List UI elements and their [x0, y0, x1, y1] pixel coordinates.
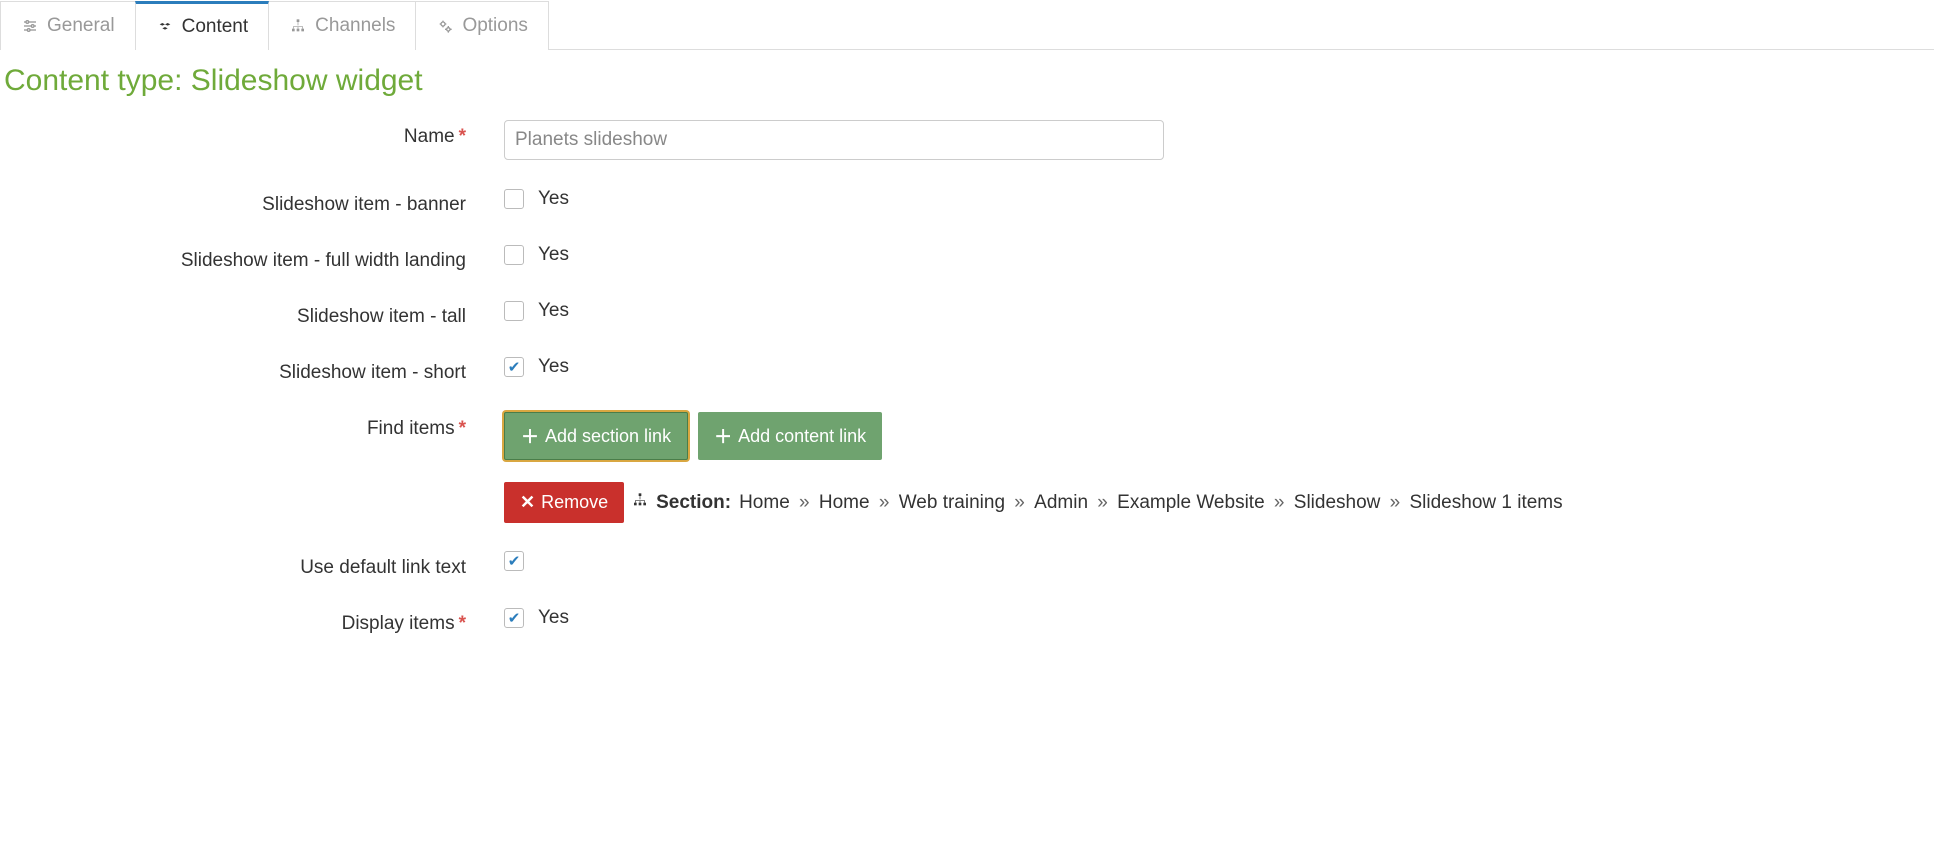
tab-options-label: Options [462, 15, 527, 37]
required-asterisk: * [459, 613, 466, 634]
label-use-default-link-text: Use default link text [4, 551, 504, 579]
page-title: Content type: Slideshow widget [4, 64, 1930, 98]
tab-options[interactable]: Options [415, 1, 548, 50]
row-name: Name* [4, 120, 1930, 160]
section-entry: ✕ Remove Section: Home » Home » Web trai… [504, 482, 1563, 523]
label-find-items: Find items* [4, 412, 504, 440]
section-label: Section: [656, 492, 731, 514]
row-short: Slideshow item - short Yes [4, 356, 1930, 384]
checkbox-banner[interactable] [504, 189, 524, 209]
label-short: Slideshow item - short [4, 356, 504, 384]
sliders-icon [21, 17, 39, 35]
content-panel: Content type: Slideshow widget Name* Sli… [0, 50, 1934, 703]
checkbox-short-label: Yes [538, 356, 569, 378]
tab-content-label: Content [182, 16, 249, 38]
breadcrumb-segment: Slideshow 1 items [1410, 492, 1563, 513]
checkbox-full-width[interactable] [504, 245, 524, 265]
tab-channels-label: Channels [315, 15, 395, 37]
name-input[interactable] [504, 120, 1164, 160]
breadcrumb-separator: » [1092, 492, 1113, 513]
checkbox-display-items-label: Yes [538, 607, 569, 629]
tab-general-label: General [47, 15, 115, 37]
gears-icon [436, 17, 454, 35]
checkbox-display-items[interactable] [504, 608, 524, 628]
label-display-items: Display items* [4, 607, 504, 635]
plus-icon: ＋ [714, 423, 732, 449]
tab-general[interactable]: General [0, 1, 136, 50]
breadcrumb-segment: Admin [1034, 492, 1088, 513]
add-content-link-button[interactable]: ＋ Add content link [698, 412, 882, 460]
breadcrumb-separator: » [1009, 492, 1030, 513]
tab-content[interactable]: Content [135, 1, 270, 50]
label-full-width: Slideshow item - full width landing [4, 244, 504, 272]
breadcrumb-segment: Slideshow [1294, 492, 1381, 513]
breadcrumb-segment: Home [819, 492, 870, 513]
breadcrumb-separator: » [1384, 492, 1405, 513]
breadcrumb: Home » Home » Web training » Admin » Exa… [739, 492, 1563, 514]
required-asterisk: * [459, 418, 466, 439]
label-banner: Slideshow item - banner [4, 188, 504, 216]
required-asterisk: * [459, 126, 466, 147]
row-display-items: Display items* Yes [4, 607, 1930, 635]
cubes-icon [156, 18, 174, 36]
label-tall: Slideshow item - tall [4, 300, 504, 328]
close-icon: ✕ [520, 492, 535, 513]
tab-channels[interactable]: Channels [268, 1, 416, 50]
breadcrumb-separator: » [794, 492, 815, 513]
sitemap-icon [632, 492, 648, 514]
breadcrumb-separator: » [874, 492, 895, 513]
tab-bar: General Content Channels Options [0, 0, 1934, 50]
checkbox-tall[interactable] [504, 301, 524, 321]
checkbox-use-default-link-text[interactable] [504, 551, 524, 571]
sitemap-icon [289, 17, 307, 35]
label-name: Name* [4, 120, 504, 148]
row-use-default-link-text: Use default link text [4, 551, 1930, 579]
row-full-width: Slideshow item - full width landing Yes [4, 244, 1930, 272]
row-banner: Slideshow item - banner Yes [4, 188, 1930, 216]
checkbox-tall-label: Yes [538, 300, 569, 322]
checkbox-banner-label: Yes [538, 188, 569, 210]
remove-button[interactable]: ✕ Remove [504, 482, 624, 523]
breadcrumb-segment: Example Website [1117, 492, 1265, 513]
breadcrumb-separator: » [1269, 492, 1290, 513]
breadcrumb-segment: Home [739, 492, 790, 513]
checkbox-full-width-label: Yes [538, 244, 569, 266]
add-section-link-button[interactable]: ＋ Add section link [504, 412, 688, 460]
breadcrumb-segment: Web training [899, 492, 1005, 513]
checkbox-short[interactable] [504, 357, 524, 377]
plus-icon: ＋ [521, 423, 539, 449]
row-tall: Slideshow item - tall Yes [4, 300, 1930, 328]
row-find-items: Find items* ＋ Add section link ＋ Add con… [4, 412, 1930, 523]
